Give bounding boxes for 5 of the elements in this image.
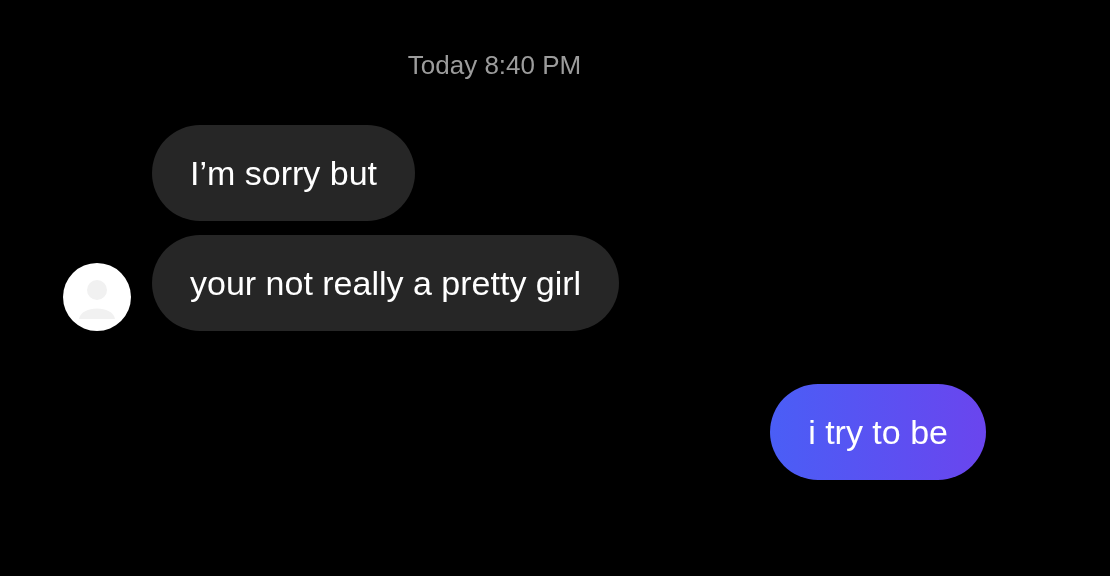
incoming-message: your not really a pretty girl [152,235,620,331]
incoming-message: I’m sorry but [152,125,416,221]
timestamp: Today 8:40 PM [407,49,582,82]
outgoing-message: i try to be [770,384,986,480]
avatar-icon [63,263,131,331]
